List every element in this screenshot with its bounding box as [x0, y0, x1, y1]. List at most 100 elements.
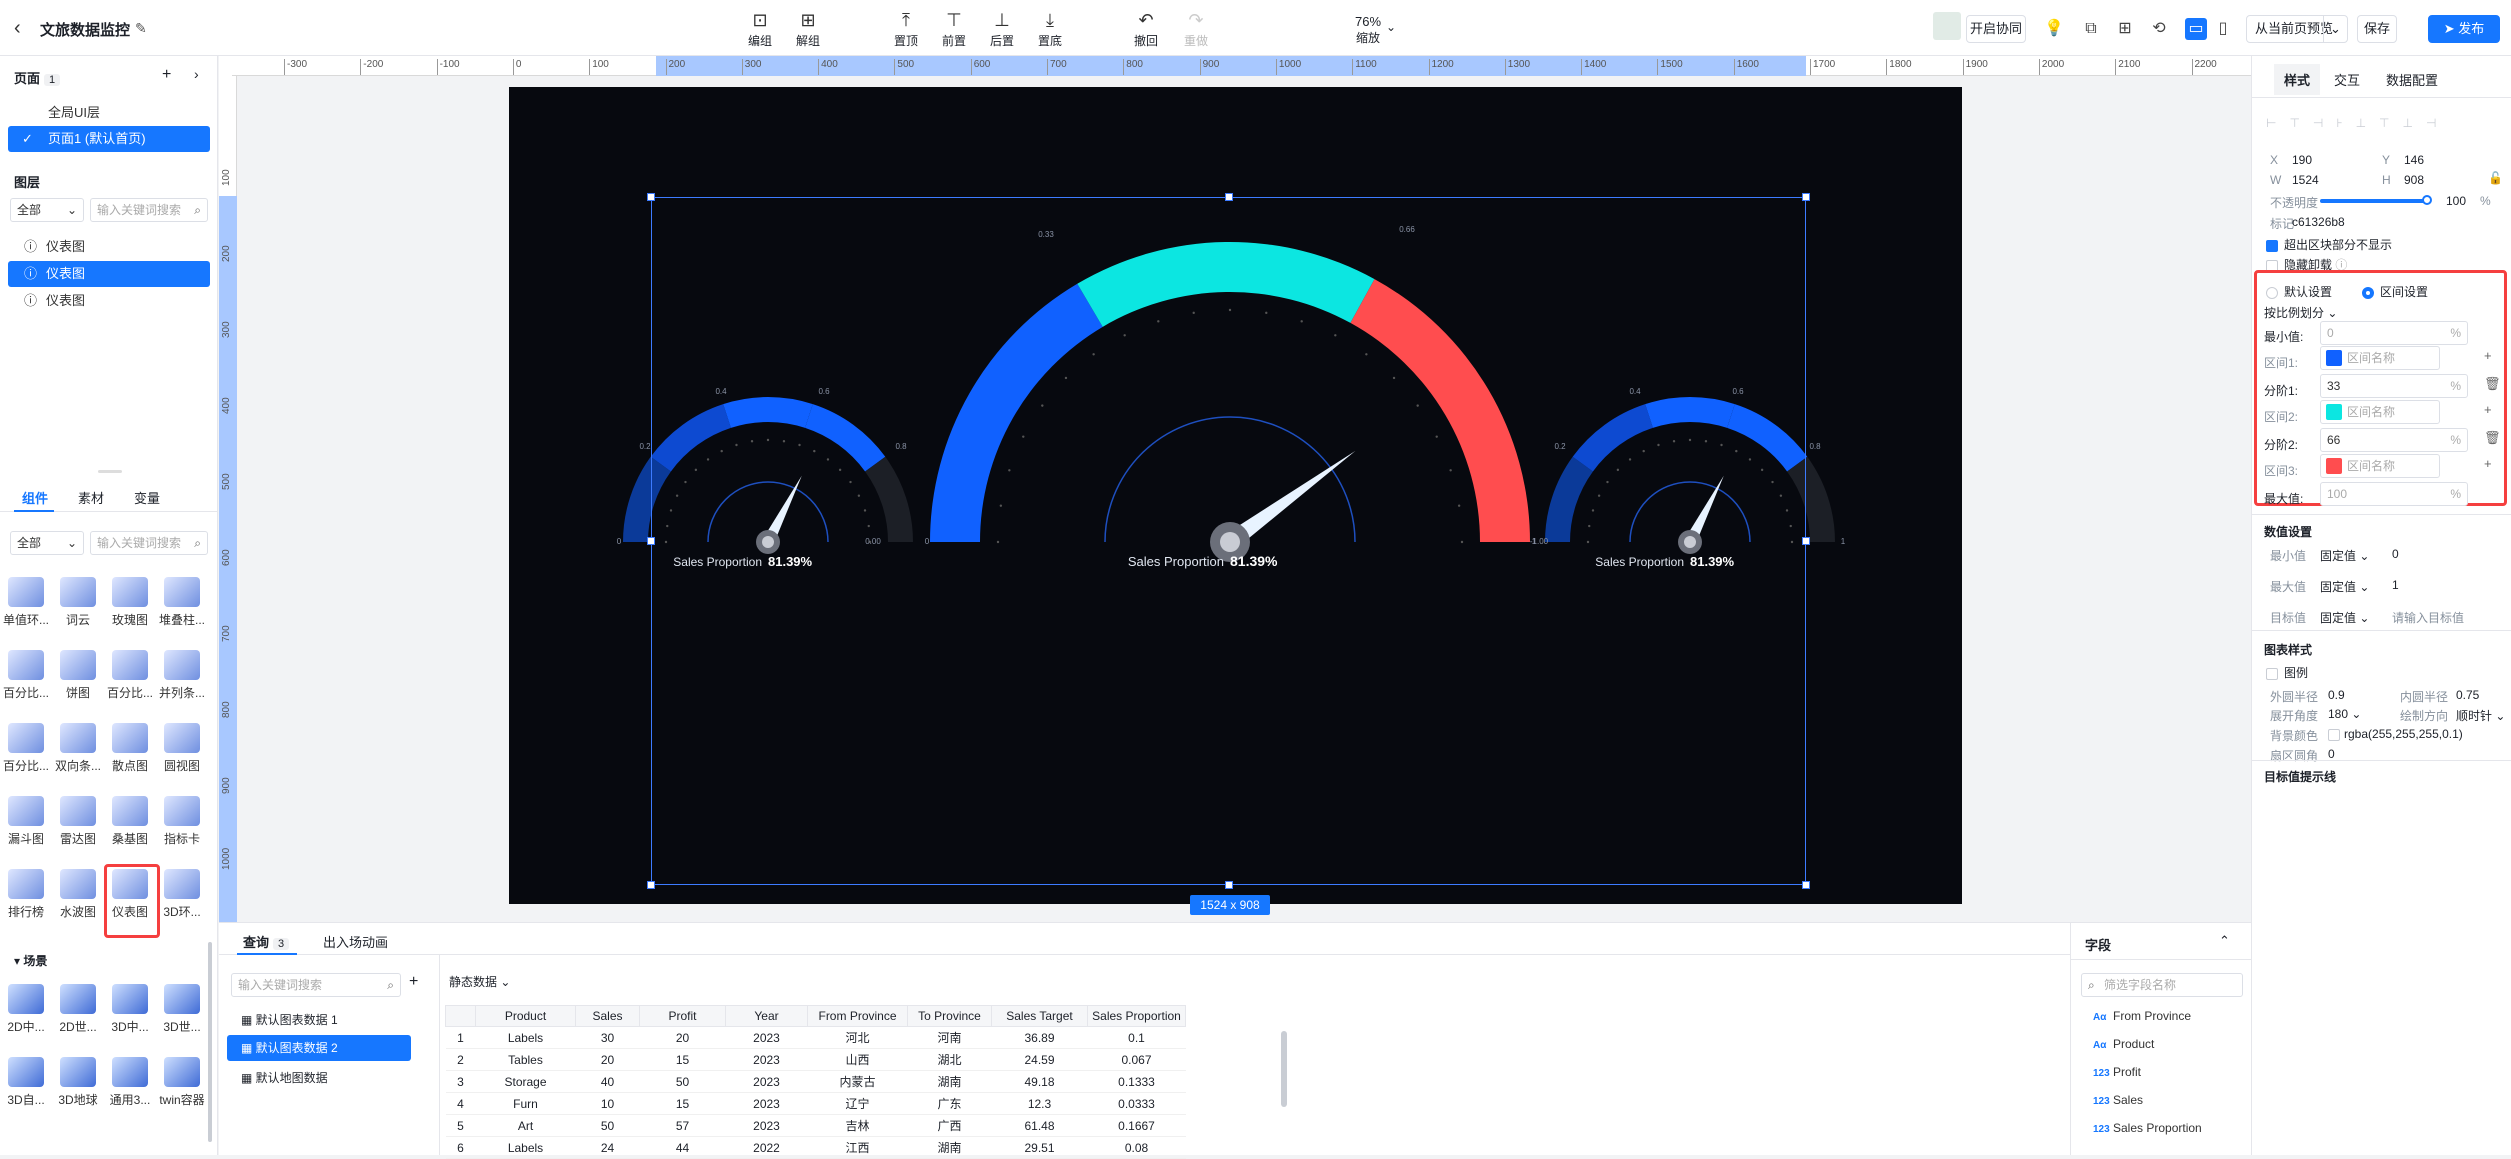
column-header[interactable] [445, 1005, 476, 1027]
mobile-icon[interactable]: ▯ [2212, 18, 2234, 40]
table-cell[interactable]: 57 [639, 1114, 726, 1137]
table-cell[interactable]: 河北 [807, 1026, 908, 1049]
resize-handle[interactable] [647, 881, 655, 889]
component-item[interactable]: 圆视图 [156, 723, 208, 774]
component-item[interactable]: 雷达图 [52, 796, 104, 847]
corner-radius[interactable]: 0 [2328, 747, 2335, 761]
send-backward-button[interactable]: ⊥ 后置 [980, 8, 1024, 49]
table-row[interactable]: 2 Tables 20 15 2023 山西 湖北 24.59 0.067 [445, 1048, 1186, 1071]
desktop-icon[interactable]: ▭ [2185, 18, 2207, 40]
table-cell[interactable]: 20 [575, 1048, 640, 1071]
tab-assets[interactable]: 素材 [78, 488, 104, 507]
layer-filter-select[interactable]: 全部 ⌄ [10, 198, 84, 222]
global-ui-layer[interactable]: 全局UI层 [8, 100, 210, 126]
send-bottom-button[interactable]: ⤓ 置底 [1028, 8, 1072, 49]
table-cell[interactable]: 2023 [725, 1092, 808, 1115]
chevron-right-icon[interactable]: › [194, 66, 199, 82]
component-item[interactable]: 漏斗图 [0, 796, 52, 847]
resize-handle[interactable] [647, 537, 655, 545]
component-item[interactable]: 桑基图 [104, 796, 156, 847]
layer-search-input[interactable]: 输入关键词搜索 ⌕ [90, 198, 208, 222]
align-toolbar[interactable]: ⊢⊤⊣⊦⊥⊤⊥⊣ [2266, 116, 2502, 130]
table-cell[interactable]: 24 [575, 1136, 640, 1159]
resize-handle[interactable] [1802, 881, 1810, 889]
dashboard-screen[interactable]: Sales Proportion 81.39% Sales Proportion 81… [509, 87, 1962, 904]
scene-item[interactable]: 通用3... [104, 1057, 156, 1108]
gauge-group[interactable]: Sales Proportion 81.39% Sales Proportion 81… [509, 87, 1962, 904]
layer-item[interactable]: ⓘ 仪表图 [8, 288, 210, 314]
component-item[interactable]: 词云 [52, 577, 104, 628]
tab-animation[interactable]: 出入场动画 [323, 932, 388, 951]
query-item[interactable]: ▦ 默认图表数据 1 [241, 1011, 338, 1028]
field-item[interactable]: Aα Product [2093, 1037, 2154, 1051]
table-cell[interactable]: 61.48 [991, 1114, 1088, 1137]
scene-item[interactable]: 3D地球 [52, 1057, 104, 1108]
tab-style[interactable]: 样式 [2274, 64, 2321, 95]
lock-icon[interactable]: 🔓 [2488, 171, 2503, 185]
table-cell[interactable]: 0.1 [1087, 1026, 1186, 1049]
table-cell[interactable]: 15 [639, 1092, 726, 1115]
outer-radius[interactable]: 0.9 [2328, 688, 2345, 702]
column-header[interactable]: Sales Proportion [1087, 1005, 1186, 1027]
max-mode-select[interactable]: 固定值 ⌄ [2320, 578, 2369, 595]
component-item[interactable]: 百分比... [104, 650, 156, 701]
component-search-input[interactable]: 输入关键词搜索 ⌕ [90, 531, 208, 555]
scene-item[interactable]: 2D世... [52, 984, 104, 1035]
table-cell[interactable]: 15 [639, 1048, 726, 1071]
component-item[interactable]: 双向条... [52, 723, 104, 774]
table-cell[interactable]: 湖南 [907, 1136, 992, 1159]
width-field[interactable]: 1524 [2292, 173, 2319, 187]
min-number[interactable]: 0 [2392, 547, 2399, 561]
scrollbar[interactable] [208, 942, 212, 1142]
table-cell[interactable]: 0.067 [1087, 1048, 1186, 1071]
component-item[interactable]: 排行榜 [0, 869, 52, 920]
table-cell[interactable]: 36.89 [991, 1026, 1088, 1049]
min-mode-select[interactable]: 固定值 ⌄ [2320, 547, 2369, 564]
component-item[interactable]: 单值环... [0, 577, 52, 628]
column-header[interactable]: Product [475, 1005, 576, 1027]
table-cell[interactable]: 50 [575, 1114, 640, 1137]
table-cell[interactable]: 0.1667 [1087, 1114, 1186, 1137]
resize-handle[interactable] [647, 193, 655, 201]
field-item[interactable]: 123 Sales [2093, 1093, 2143, 1107]
field-search-input[interactable]: ⌕ 筛选字段名称 [2081, 973, 2243, 997]
table-cell[interactable]: 6 [445, 1136, 476, 1159]
table-cell[interactable]: 山西 [807, 1048, 908, 1071]
table-cell[interactable]: 广西 [907, 1114, 992, 1137]
step2-input[interactable]: 66% [2320, 428, 2468, 452]
table-row[interactable]: 4 Furn 10 15 2023 辽宁 广东 12.3 0.0333 [445, 1092, 1186, 1115]
save-button[interactable]: 保存 [2357, 15, 2397, 43]
ungroup-button[interactable]: ⊞ 解组 [786, 8, 830, 49]
table-cell[interactable]: 30 [575, 1026, 640, 1049]
table-cell[interactable]: 10 [575, 1092, 640, 1115]
zoom-control[interactable]: 76% 缩放 [1350, 14, 1386, 46]
grid-icon[interactable]: ⊞ [2114, 18, 2136, 40]
bring-top-button[interactable]: ⤒ 置顶 [884, 8, 928, 49]
table-cell[interactable]: Labels [475, 1026, 576, 1049]
component-item[interactable]: 百分比... [0, 650, 52, 701]
max-value-input[interactable]: 100% [2320, 482, 2468, 506]
chevron-down-icon[interactable]: ⌄ [1386, 20, 1396, 34]
component-filter-select[interactable]: 全部 ⌄ [10, 531, 84, 555]
component-item[interactable]: 并列条... [156, 650, 208, 701]
table-cell[interactable]: 50 [639, 1070, 726, 1093]
table-row[interactable]: 1 Labels 30 20 2023 河北 河南 36.89 0.1 [445, 1026, 1186, 1049]
edit-title-icon[interactable]: ✎ [135, 20, 147, 37]
max-number[interactable]: 1 [2392, 578, 2399, 592]
back-icon[interactable]: ‹ [14, 17, 21, 40]
component-item[interactable]: 3D环... [156, 869, 208, 920]
column-header[interactable]: Profit [639, 1005, 726, 1027]
field-item[interactable]: Aα From Province [2093, 1009, 2191, 1023]
target-mode-select[interactable]: 固定值 ⌄ [2320, 609, 2369, 626]
table-cell[interactable]: 12.3 [991, 1092, 1088, 1115]
table-cell[interactable]: 49.18 [991, 1070, 1088, 1093]
redo-button[interactable]: ↷ 重做 [1174, 8, 1218, 49]
overflow-checkbox[interactable]: 超出区块部分不显示 [2266, 236, 2392, 253]
y-field[interactable]: 146 [2404, 153, 2424, 167]
slider-handle[interactable] [2422, 195, 2432, 205]
table-cell[interactable]: 2 [445, 1048, 476, 1071]
field-item[interactable]: 123 Sales Proportion [2093, 1121, 2202, 1135]
table-row[interactable]: 5 Art 50 57 2023 吉林 广西 61.48 0.1667 [445, 1114, 1186, 1137]
add-icon[interactable]: + [2484, 402, 2492, 417]
field-item[interactable]: 123 Profit [2093, 1065, 2141, 1079]
